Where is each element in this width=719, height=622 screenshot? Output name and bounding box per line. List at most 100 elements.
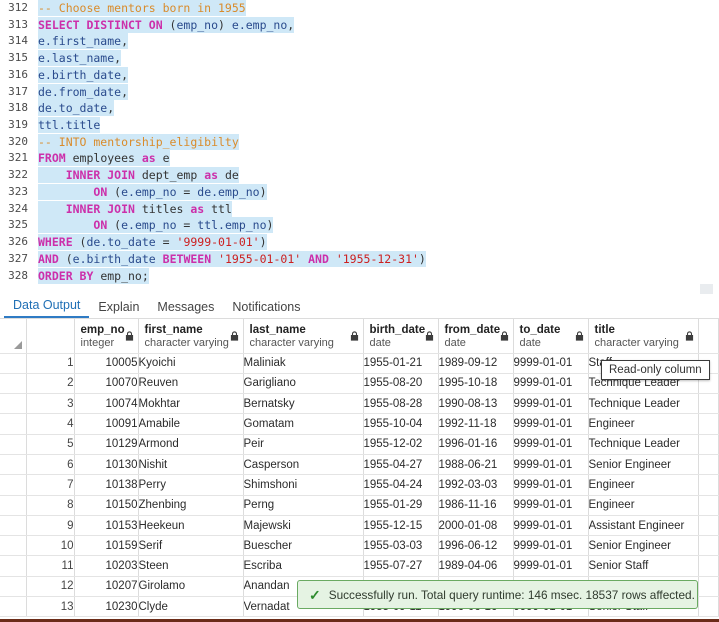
table-cell[interactable]: Shimshoni	[243, 474, 364, 496]
code-line[interactable]: INNER JOIN titles as ttl	[33, 200, 719, 218]
table-cell[interactable]: 1955-10-04	[363, 413, 439, 435]
table-cell[interactable]: 1955-03-03	[363, 535, 439, 557]
code-line[interactable]: WHERE (de.to_date = '9999-01-01')	[33, 234, 719, 251]
table-cell[interactable]: 9999-01-01	[513, 353, 589, 374]
table-cell[interactable]: Majewski	[243, 515, 364, 537]
code-line[interactable]: -- INTO mentorship_eligibilty	[33, 133, 719, 151]
table-cell[interactable]: 1955-04-24	[363, 474, 439, 496]
table-cell[interactable]: 10005	[74, 353, 139, 374]
code-line[interactable]: FROM employees as e	[33, 150, 719, 167]
table-cell[interactable]: 1990-08-13	[438, 393, 514, 415]
column-header-from_date[interactable]: from_date date	[438, 319, 514, 354]
table-cell[interactable]: 9999-01-01	[513, 454, 589, 476]
table-cell[interactable]: 1996-06-12	[438, 535, 514, 557]
output-tabbar[interactable]: Data Output Explain Messages Notifications	[0, 294, 719, 319]
table-cell[interactable]: Bernatsky	[243, 393, 364, 415]
table-row[interactable]: 6 10130 Nishit Casperson 1955-04-27 1988-06-2…	[0, 454, 719, 476]
code-line[interactable]: ON (e.emp_no = ttl.emp_no)	[33, 217, 719, 234]
table-cell[interactable]: 10070	[74, 373, 139, 395]
code-line[interactable]: e.first_name,	[33, 33, 719, 50]
code-line[interactable]: ttl.title	[33, 117, 719, 134]
table-cell[interactable]: 9999-01-01	[513, 535, 589, 557]
table-cell[interactable]: Armond	[138, 434, 244, 455]
code-line[interactable]: ON (e.emp_no = de.emp_no)	[33, 183, 719, 201]
table-cell[interactable]: 10153	[74, 515, 139, 537]
table-cell[interactable]: Garigliano	[243, 373, 364, 395]
table-cell[interactable]: 9999-01-01	[513, 393, 589, 415]
table-cell[interactable]: 1989-04-06	[438, 555, 514, 577]
table-cell[interactable]: Technique Leader	[588, 434, 699, 455]
code-line[interactable]: ORDER BY emp_no;	[33, 267, 719, 285]
table-cell[interactable]: Perry	[138, 474, 244, 496]
column-header-row[interactable]: emp_no integer first_name character varying…	[0, 319, 719, 354]
table-cell[interactable]: Kyoichi	[138, 353, 244, 374]
table-row[interactable]: 5 10129 Armond Peir 1955-12-02 1996-01-16 9999…	[0, 434, 719, 455]
code-line[interactable]: -- Choose mentors born in 1955	[33, 0, 719, 17]
table-cell[interactable]: 10091	[74, 413, 139, 435]
table-cell[interactable]: Maliniak	[243, 353, 364, 374]
column-header-emp_no[interactable]: emp_no integer	[74, 319, 139, 354]
table-cell[interactable]: 10138	[74, 474, 139, 496]
table-cell[interactable]: 9999-01-01	[513, 495, 589, 516]
table-cell[interactable]: 10074	[74, 393, 139, 415]
table-cell[interactable]: 10150	[74, 495, 139, 516]
table-cell[interactable]: 1996-01-16	[438, 434, 514, 455]
code-line[interactable]: SELECT DISTINCT ON (emp_no) e.emp_no,	[33, 16, 719, 34]
table-cell[interactable]: 10159	[74, 535, 139, 557]
table-cell[interactable]: 10130	[74, 454, 139, 476]
table-row[interactable]: 3 10074 Mokhtar Bernatsky 1955-08-28 1990-08-…	[0, 393, 719, 415]
table-cell[interactable]: Assistant Engineer	[588, 515, 699, 537]
grid-corner-header[interactable]	[0, 319, 27, 354]
table-cell[interactable]: Heekeun	[138, 515, 244, 537]
table-cell[interactable]: Clyde	[138, 596, 244, 618]
table-cell[interactable]: 1992-03-03	[438, 474, 514, 496]
column-header-title[interactable]: title character varying	[588, 319, 699, 354]
table-cell[interactable]: Senior Engineer	[588, 454, 699, 476]
table-cell[interactable]: Engineer	[588, 495, 699, 516]
table-cell[interactable]: 1988-06-21	[438, 454, 514, 476]
table-cell[interactable]: 9999-01-01	[513, 474, 589, 496]
table-cell[interactable]: 1955-08-20	[363, 373, 439, 395]
table-cell[interactable]: Nishit	[138, 454, 244, 476]
table-cell[interactable]: 1955-12-15	[363, 515, 439, 537]
table-cell[interactable]: Peir	[243, 434, 364, 455]
table-cell[interactable]: 1989-09-12	[438, 353, 514, 374]
table-cell[interactable]: Senior Staff	[588, 555, 699, 577]
table-cell[interactable]: 2000-01-08	[438, 515, 514, 537]
table-cell[interactable]: Reuven	[138, 373, 244, 395]
code-line[interactable]: de.from_date,	[33, 83, 719, 101]
table-cell[interactable]: Mokhtar	[138, 393, 244, 415]
table-row[interactable]: 8 10150 Zhenbing Perng 1955-01-29 1986-11-16 9…	[0, 495, 719, 516]
table-cell[interactable]: 9999-01-01	[513, 413, 589, 435]
select-all-triangle-icon[interactable]	[13, 340, 22, 349]
table-cell[interactable]: 1992-11-18	[438, 413, 514, 435]
column-header-last_name[interactable]: last_name character varying	[243, 319, 364, 354]
table-cell[interactable]: Amabile	[138, 413, 244, 435]
code-line[interactable]: de.to_date,	[33, 100, 719, 117]
table-cell[interactable]: Escriba	[243, 555, 364, 577]
table-cell[interactable]: Engineer	[588, 474, 699, 496]
column-header-birth_date[interactable]: birth_date date	[363, 319, 439, 354]
table-cell[interactable]: 10203	[74, 555, 139, 577]
column-header-first_name[interactable]: first_name character varying	[138, 319, 244, 354]
table-row[interactable]: 11 10203 Steen Escriba 1955-07-27 1989-04-06 9…	[0, 555, 719, 577]
table-cell[interactable]: 9999-01-01	[513, 555, 589, 577]
tab-explain[interactable]: Explain	[89, 300, 148, 318]
code-line[interactable]: e.last_name,	[33, 50, 719, 67]
table-cell[interactable]: 1986-11-16	[438, 495, 514, 516]
table-cell[interactable]: 1955-01-29	[363, 495, 439, 516]
table-cell[interactable]: 1995-10-18	[438, 373, 514, 395]
table-cell[interactable]: 1955-04-27	[363, 454, 439, 476]
table-row[interactable]: 10 10159 Serif Buescher 1955-03-03 1996-06-12…	[0, 535, 719, 557]
tab-messages[interactable]: Messages	[148, 300, 223, 318]
table-cell[interactable]: 10129	[74, 434, 139, 455]
table-cell[interactable]: Steen	[138, 555, 244, 577]
table-cell[interactable]: 1955-08-28	[363, 393, 439, 415]
table-cell[interactable]: Serif	[138, 535, 244, 557]
table-cell[interactable]: Perng	[243, 495, 364, 516]
table-cell[interactable]: 10230	[74, 596, 139, 618]
table-cell[interactable]: 1955-12-02	[363, 434, 439, 455]
tab-data-output[interactable]: Data Output	[4, 298, 90, 318]
table-row[interactable]: 7 10138 Perry Shimshoni 1955-04-24 1992-03-03…	[0, 474, 719, 496]
table-cell[interactable]: Gomatam	[243, 413, 364, 435]
